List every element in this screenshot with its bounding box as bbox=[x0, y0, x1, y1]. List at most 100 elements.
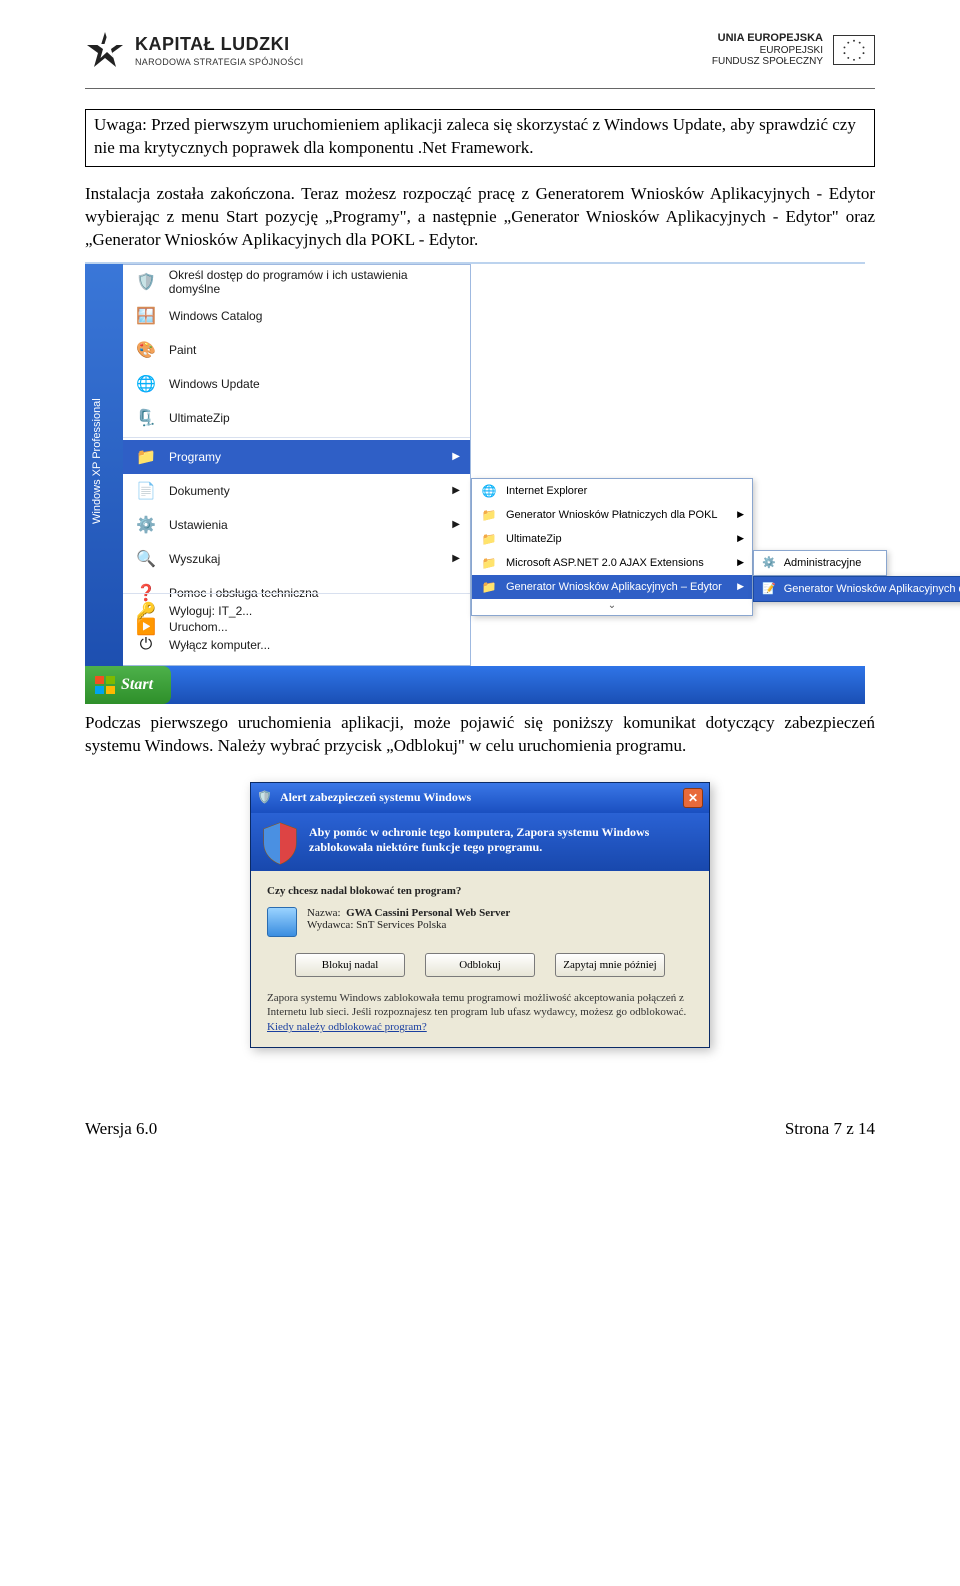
settings-icon: ⚙️ bbox=[133, 512, 159, 538]
eu-line2: EUROPEJSKI bbox=[712, 45, 823, 57]
submenu-item[interactable]: 📁 UltimateZip ▶ bbox=[472, 527, 752, 551]
start-label: Start bbox=[121, 676, 153, 694]
eu-line1: UNIA EUROPEJSKA bbox=[712, 32, 823, 45]
unblock-button[interactable]: Odblokuj bbox=[425, 953, 535, 977]
publisher-label: Wydawca: bbox=[307, 919, 353, 931]
submenu-item[interactable]: 📁Microsoft ASP.NET 2.0 AJAX Extensions▶ bbox=[472, 551, 752, 575]
submenu-item-label: Generator Wniosków Płatniczych dla POKL bbox=[506, 509, 718, 521]
eu-flag-icon bbox=[833, 35, 875, 65]
menu-item-label: Windows Update bbox=[169, 377, 260, 391]
app-name: GWA Cassini Personal Web Server bbox=[346, 907, 510, 919]
logo-kapital-ludzki: KAPITAŁ LUDZKI NARODOWA STRATEGIA SPÓJNO… bbox=[85, 30, 303, 70]
paragraph-2: Podczas pierwszego uruchomienia aplikacj… bbox=[85, 712, 875, 758]
documents-icon: 📄 bbox=[133, 478, 159, 504]
alert-titlebar: 🛡️ Alert zabezpieczeń systemu Windows ✕ bbox=[251, 783, 709, 813]
menu-item-label: Wyloguj: IT_2... bbox=[169, 604, 252, 618]
submenu-item-label: Generator Wniosków Aplikacyjnych – Edyto… bbox=[506, 581, 722, 593]
chevron-right-icon: ▶ bbox=[737, 533, 744, 544]
submenu-item-admin[interactable]: ⚙️Administracyjne bbox=[754, 551, 886, 575]
submenu-item-label: Microsoft ASP.NET 2.0 AJAX Extensions bbox=[506, 557, 704, 569]
alert-info-text: Zapora systemu Windows zablokowała temu … bbox=[267, 991, 693, 1036]
menu-item-label: Określ dostęp do programów i ich ustawie… bbox=[169, 268, 460, 296]
chevron-right-icon: ▶ bbox=[737, 557, 744, 568]
submenu-item-gwa-pokl[interactable]: 📝 Generator Wniosków Aplikacyjnych dla PO… bbox=[754, 577, 960, 601]
submenu-item-gwa-edytor[interactable]: 📁Generator Wniosków Aplikacyjnych – Edyt… bbox=[472, 575, 752, 599]
kl-title: KAPITAŁ LUDZKI bbox=[135, 32, 303, 56]
page-footer: Wersja 6.0 Strona 7 z 14 bbox=[85, 1118, 875, 1141]
alert-app-info: Nazwa: GWA Cassini Personal Web Server W… bbox=[267, 907, 693, 937]
defaults-icon: 🛡️ bbox=[133, 269, 159, 295]
paragraph-1: Instalacja została zakończona. Teraz moż… bbox=[85, 183, 875, 252]
zip-icon: 🗜️ bbox=[133, 405, 159, 431]
security-alert-dialog: 🛡️ Alert zabezpieczeń systemu Windows ✕ … bbox=[250, 782, 710, 1049]
kl-subtitle: NARODOWA STRATEGIA SPÓJNOŚCI bbox=[135, 56, 303, 68]
chevron-right-icon: ▶ bbox=[452, 485, 460, 496]
footer-page: Strona 7 z 14 bbox=[785, 1118, 875, 1141]
app-icon: 📁 bbox=[480, 530, 498, 548]
start-submenu-programy: 🌐 Internet Explorer 📁 Generator Wniosków P… bbox=[471, 478, 753, 616]
menu-item-label: Windows Catalog bbox=[169, 309, 262, 323]
menu-item-label: Wyszukaj bbox=[169, 552, 220, 566]
start-sidebar-text: Windows XP Professional bbox=[91, 398, 103, 524]
menu-item-label: Dokumenty bbox=[169, 484, 230, 498]
app-icon bbox=[267, 907, 297, 937]
submenu-item-label: Generator Wniosków Aplikacyjnych dla POK… bbox=[784, 583, 960, 595]
alert-info-body: Zapora systemu Windows zablokowała temu … bbox=[267, 992, 686, 1019]
ie-icon: 🌐 bbox=[480, 482, 498, 500]
alert-question: Czy chcesz nadal blokować ten program? bbox=[267, 885, 693, 897]
menu-item[interactable]: ⚙️ Ustawienia ▶ bbox=[123, 508, 470, 542]
chevron-right-icon: ▶ bbox=[452, 451, 460, 462]
submenu-item-label: Administracyjne bbox=[784, 557, 862, 569]
close-button[interactable]: ✕ bbox=[683, 788, 703, 808]
alert-title-text: Alert zabezpieczeń systemu Windows bbox=[280, 790, 471, 805]
app-icon: 📁 bbox=[480, 506, 498, 524]
menu-item[interactable]: 🪟 Windows Catalog bbox=[123, 299, 470, 333]
kl-star-icon bbox=[85, 30, 125, 70]
submenu-item[interactable]: 🌐 Internet Explorer bbox=[472, 479, 752, 503]
block-button[interactable]: Blokuj nadal bbox=[295, 953, 405, 977]
eu-line3: FUNDUSZ SPOŁECZNY bbox=[712, 56, 823, 68]
power-icon: ⏻ bbox=[133, 632, 159, 658]
menu-item-label: UltimateZip bbox=[169, 411, 230, 425]
start-submenu-3a: ⚙️Administracyjne bbox=[753, 550, 887, 576]
footer-version: Wersja 6.0 bbox=[85, 1118, 157, 1141]
update-icon: 🌐 bbox=[133, 371, 159, 397]
start-button[interactable]: Start bbox=[85, 666, 171, 704]
chevron-right-icon: ▶ bbox=[452, 553, 460, 564]
page-header: KAPITAŁ LUDZKI NARODOWA STRATEGIA SPÓJNO… bbox=[85, 30, 875, 70]
catalog-icon: 🪟 bbox=[133, 303, 159, 329]
start-submenu-3b: 📝 Generator Wniosków Aplikacyjnych dla PO… bbox=[753, 576, 960, 602]
menu-item-logoff[interactable]: 🔑 Wyloguj: IT_2... bbox=[123, 594, 470, 628]
alert-info-link[interactable]: Kiedy należy odblokować program? bbox=[267, 1021, 427, 1033]
submenu-item-label: Internet Explorer bbox=[506, 485, 587, 497]
start-column-main: 🛡️ Określ dostęp do programów i ich ustaw… bbox=[123, 264, 471, 666]
search-icon: 🔍 bbox=[133, 546, 159, 572]
menu-item-label: Programy bbox=[169, 450, 221, 464]
name-label: Nazwa: bbox=[307, 907, 341, 919]
submenu-item[interactable]: 📁 Generator Wniosków Płatniczych dla POKL… bbox=[472, 503, 752, 527]
windows-icon bbox=[95, 676, 115, 694]
menu-item[interactable]: 🗜️ UltimateZip bbox=[123, 401, 470, 435]
menu-item[interactable]: 🌐 Windows Update bbox=[123, 367, 470, 401]
menu-item-label: Wyłącz komputer... bbox=[169, 638, 270, 652]
menu-item[interactable]: 🔍 Wyszukaj ▶ bbox=[123, 542, 470, 576]
paint-icon: 🎨 bbox=[133, 337, 159, 363]
menu-item-label: Ustawienia bbox=[169, 518, 228, 532]
menu-item[interactable]: 🎨Paint bbox=[123, 333, 470, 367]
alert-banner: Aby pomóc w ochronie tego komputera, Zap… bbox=[251, 813, 709, 871]
shield-small-icon: 🛡️ bbox=[257, 790, 272, 805]
alert-banner-text: Aby pomóc w ochronie tego komputera, Zap… bbox=[309, 825, 649, 854]
menu-item-programy[interactable]: 📁Programy▶ bbox=[123, 440, 470, 474]
taskbar: Start bbox=[85, 666, 865, 704]
chevron-right-icon: ▶ bbox=[452, 519, 460, 530]
ask-later-button[interactable]: Zapytaj mnie później bbox=[555, 953, 665, 977]
logoff-icon: 🔑 bbox=[133, 598, 159, 624]
menu-item-shutdown[interactable]: ⏻ Wyłącz komputer... bbox=[123, 628, 470, 662]
menu-item[interactable]: 🛡️ Określ dostęp do programów i ich ustaw… bbox=[123, 265, 470, 299]
submenu-item-label: UltimateZip bbox=[506, 533, 562, 545]
app-icon: 📝 bbox=[762, 582, 776, 595]
menu-item[interactable]: 📄 Dokumenty ▶ bbox=[123, 474, 470, 508]
logo-eu: UNIA EUROPEJSKA EUROPEJSKI FUNDUSZ SPOŁE… bbox=[712, 32, 875, 68]
chevron-down-icon[interactable]: ⌄ bbox=[472, 599, 752, 615]
start-menu-screenshot: Windows XP Professional 🛡️ Określ dostęp … bbox=[85, 262, 865, 704]
